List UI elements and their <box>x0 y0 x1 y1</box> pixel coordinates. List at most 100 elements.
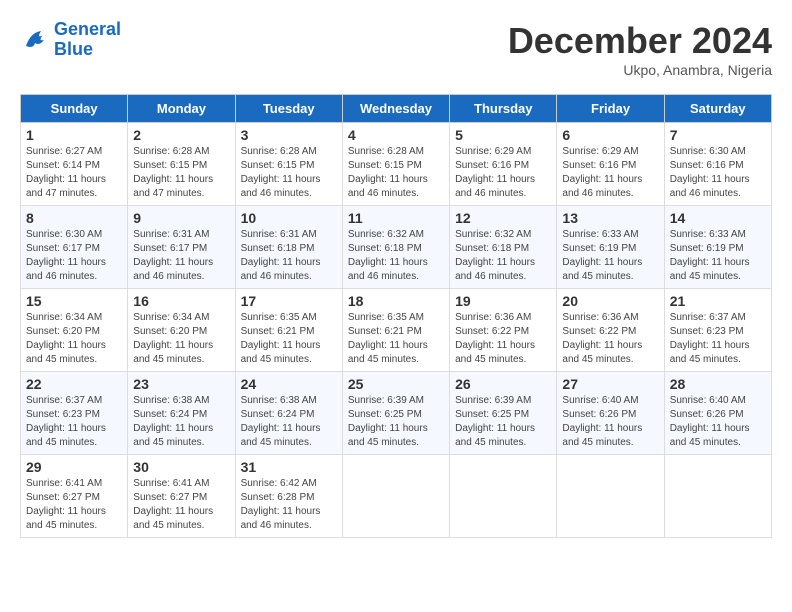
weekday-header: Friday <box>557 95 664 123</box>
day-info: Sunrise: 6:32 AM Sunset: 6:18 PM Dayligh… <box>348 228 444 284</box>
calendar-body: 1 Sunrise: 6:27 AM Sunset: 6:14 PM Dayli… <box>21 123 772 538</box>
calendar-day-cell: 3 Sunrise: 6:28 AM Sunset: 6:15 PM Dayli… <box>235 123 342 206</box>
day-number: 6 <box>562 127 658 143</box>
day-number: 18 <box>348 293 444 309</box>
day-info: Sunrise: 6:27 AM Sunset: 6:14 PM Dayligh… <box>26 145 122 201</box>
calendar-day-cell: 18 Sunrise: 6:35 AM Sunset: 6:21 PM Dayl… <box>342 289 449 372</box>
day-number: 30 <box>133 459 229 475</box>
weekday-header: Monday <box>128 95 235 123</box>
day-info: Sunrise: 6:41 AM Sunset: 6:27 PM Dayligh… <box>133 477 229 533</box>
calendar-week-row: 1 Sunrise: 6:27 AM Sunset: 6:14 PM Dayli… <box>21 123 772 206</box>
day-number: 5 <box>455 127 551 143</box>
calendar-day-cell: 16 Sunrise: 6:34 AM Sunset: 6:20 PM Dayl… <box>128 289 235 372</box>
day-info: Sunrise: 6:30 AM Sunset: 6:17 PM Dayligh… <box>26 228 122 284</box>
day-number: 8 <box>26 210 122 226</box>
weekday-header: Saturday <box>664 95 771 123</box>
calendar-day-cell <box>450 455 557 538</box>
calendar-day-cell: 19 Sunrise: 6:36 AM Sunset: 6:22 PM Dayl… <box>450 289 557 372</box>
day-number: 13 <box>562 210 658 226</box>
day-number: 21 <box>670 293 766 309</box>
day-info: Sunrise: 6:35 AM Sunset: 6:21 PM Dayligh… <box>241 311 337 367</box>
day-info: Sunrise: 6:37 AM Sunset: 6:23 PM Dayligh… <box>26 394 122 450</box>
day-number: 31 <box>241 459 337 475</box>
calendar-day-cell: 12 Sunrise: 6:32 AM Sunset: 6:18 PM Dayl… <box>450 206 557 289</box>
calendar-day-cell: 10 Sunrise: 6:31 AM Sunset: 6:18 PM Dayl… <box>235 206 342 289</box>
day-info: Sunrise: 6:34 AM Sunset: 6:20 PM Dayligh… <box>26 311 122 367</box>
calendar-day-cell: 21 Sunrise: 6:37 AM Sunset: 6:23 PM Dayl… <box>664 289 771 372</box>
calendar-day-cell: 6 Sunrise: 6:29 AM Sunset: 6:16 PM Dayli… <box>557 123 664 206</box>
day-info: Sunrise: 6:39 AM Sunset: 6:25 PM Dayligh… <box>348 394 444 450</box>
calendar-week-row: 22 Sunrise: 6:37 AM Sunset: 6:23 PM Dayl… <box>21 372 772 455</box>
month-title: December 2024 <box>508 20 772 62</box>
day-number: 15 <box>26 293 122 309</box>
calendar-day-cell: 8 Sunrise: 6:30 AM Sunset: 6:17 PM Dayli… <box>21 206 128 289</box>
day-number: 26 <box>455 376 551 392</box>
day-number: 23 <box>133 376 229 392</box>
calendar-day-cell: 11 Sunrise: 6:32 AM Sunset: 6:18 PM Dayl… <box>342 206 449 289</box>
calendar-week-row: 29 Sunrise: 6:41 AM Sunset: 6:27 PM Dayl… <box>21 455 772 538</box>
calendar-day-cell: 2 Sunrise: 6:28 AM Sunset: 6:15 PM Dayli… <box>128 123 235 206</box>
day-info: Sunrise: 6:28 AM Sunset: 6:15 PM Dayligh… <box>241 145 337 201</box>
calendar-day-cell: 29 Sunrise: 6:41 AM Sunset: 6:27 PM Dayl… <box>21 455 128 538</box>
day-number: 28 <box>670 376 766 392</box>
day-info: Sunrise: 6:38 AM Sunset: 6:24 PM Dayligh… <box>241 394 337 450</box>
calendar-week-row: 15 Sunrise: 6:34 AM Sunset: 6:20 PM Dayl… <box>21 289 772 372</box>
weekday-header: Wednesday <box>342 95 449 123</box>
calendar-day-cell <box>664 455 771 538</box>
calendar-week-row: 8 Sunrise: 6:30 AM Sunset: 6:17 PM Dayli… <box>21 206 772 289</box>
calendar-day-cell: 7 Sunrise: 6:30 AM Sunset: 6:16 PM Dayli… <box>664 123 771 206</box>
day-number: 19 <box>455 293 551 309</box>
day-info: Sunrise: 6:35 AM Sunset: 6:21 PM Dayligh… <box>348 311 444 367</box>
calendar-day-cell: 22 Sunrise: 6:37 AM Sunset: 6:23 PM Dayl… <box>21 372 128 455</box>
day-number: 22 <box>26 376 122 392</box>
day-info: Sunrise: 6:31 AM Sunset: 6:17 PM Dayligh… <box>133 228 229 284</box>
day-info: Sunrise: 6:36 AM Sunset: 6:22 PM Dayligh… <box>455 311 551 367</box>
calendar-day-cell: 15 Sunrise: 6:34 AM Sunset: 6:20 PM Dayl… <box>21 289 128 372</box>
day-number: 25 <box>348 376 444 392</box>
day-number: 1 <box>26 127 122 143</box>
calendar-day-cell: 9 Sunrise: 6:31 AM Sunset: 6:17 PM Dayli… <box>128 206 235 289</box>
day-number: 11 <box>348 210 444 226</box>
day-info: Sunrise: 6:39 AM Sunset: 6:25 PM Dayligh… <box>455 394 551 450</box>
calendar-day-cell: 27 Sunrise: 6:40 AM Sunset: 6:26 PM Dayl… <box>557 372 664 455</box>
day-number: 14 <box>670 210 766 226</box>
calendar-day-cell: 20 Sunrise: 6:36 AM Sunset: 6:22 PM Dayl… <box>557 289 664 372</box>
calendar-table: SundayMondayTuesdayWednesdayThursdayFrid… <box>20 94 772 538</box>
day-info: Sunrise: 6:42 AM Sunset: 6:28 PM Dayligh… <box>241 477 337 533</box>
calendar-day-cell: 17 Sunrise: 6:35 AM Sunset: 6:21 PM Dayl… <box>235 289 342 372</box>
subtitle: Ukpo, Anambra, Nigeria <box>508 62 772 78</box>
day-number: 3 <box>241 127 337 143</box>
calendar-day-cell <box>342 455 449 538</box>
day-info: Sunrise: 6:36 AM Sunset: 6:22 PM Dayligh… <box>562 311 658 367</box>
calendar-day-cell: 26 Sunrise: 6:39 AM Sunset: 6:25 PM Dayl… <box>450 372 557 455</box>
weekday-row: SundayMondayTuesdayWednesdayThursdayFrid… <box>21 95 772 123</box>
day-number: 24 <box>241 376 337 392</box>
day-info: Sunrise: 6:28 AM Sunset: 6:15 PM Dayligh… <box>133 145 229 201</box>
title-block: December 2024 Ukpo, Anambra, Nigeria <box>508 20 772 78</box>
calendar-day-cell: 23 Sunrise: 6:38 AM Sunset: 6:24 PM Dayl… <box>128 372 235 455</box>
calendar-day-cell: 5 Sunrise: 6:29 AM Sunset: 6:16 PM Dayli… <box>450 123 557 206</box>
day-number: 7 <box>670 127 766 143</box>
day-info: Sunrise: 6:40 AM Sunset: 6:26 PM Dayligh… <box>670 394 766 450</box>
day-info: Sunrise: 6:31 AM Sunset: 6:18 PM Dayligh… <box>241 228 337 284</box>
calendar-day-cell: 14 Sunrise: 6:33 AM Sunset: 6:19 PM Dayl… <box>664 206 771 289</box>
day-info: Sunrise: 6:28 AM Sunset: 6:15 PM Dayligh… <box>348 145 444 201</box>
calendar-day-cell: 4 Sunrise: 6:28 AM Sunset: 6:15 PM Dayli… <box>342 123 449 206</box>
day-info: Sunrise: 6:32 AM Sunset: 6:18 PM Dayligh… <box>455 228 551 284</box>
day-info: Sunrise: 6:37 AM Sunset: 6:23 PM Dayligh… <box>670 311 766 367</box>
day-number: 27 <box>562 376 658 392</box>
weekday-header: Thursday <box>450 95 557 123</box>
day-number: 12 <box>455 210 551 226</box>
calendar-day-cell <box>557 455 664 538</box>
day-info: Sunrise: 6:33 AM Sunset: 6:19 PM Dayligh… <box>562 228 658 284</box>
calendar-day-cell: 28 Sunrise: 6:40 AM Sunset: 6:26 PM Dayl… <box>664 372 771 455</box>
logo-text: General Blue <box>54 20 121 60</box>
day-info: Sunrise: 6:41 AM Sunset: 6:27 PM Dayligh… <box>26 477 122 533</box>
calendar-day-cell: 24 Sunrise: 6:38 AM Sunset: 6:24 PM Dayl… <box>235 372 342 455</box>
day-number: 16 <box>133 293 229 309</box>
calendar-day-cell: 30 Sunrise: 6:41 AM Sunset: 6:27 PM Dayl… <box>128 455 235 538</box>
day-number: 17 <box>241 293 337 309</box>
day-info: Sunrise: 6:29 AM Sunset: 6:16 PM Dayligh… <box>562 145 658 201</box>
calendar-day-cell: 25 Sunrise: 6:39 AM Sunset: 6:25 PM Dayl… <box>342 372 449 455</box>
day-number: 9 <box>133 210 229 226</box>
